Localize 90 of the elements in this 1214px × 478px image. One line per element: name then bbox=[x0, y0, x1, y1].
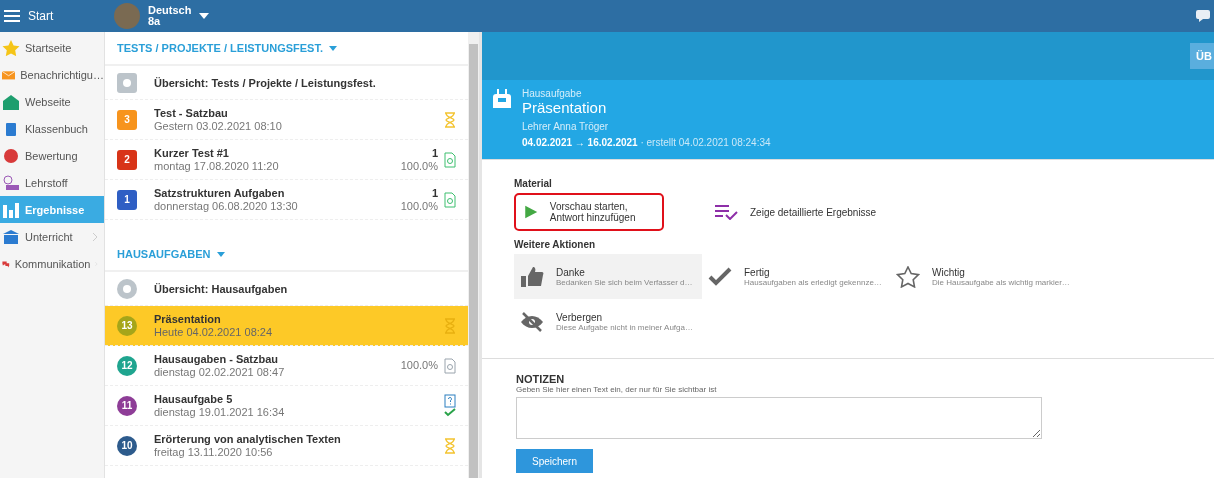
teacher-name: Lehrer Anna Tröger bbox=[522, 121, 610, 132]
caret-icon[interactable] bbox=[199, 13, 210, 19]
overview-row[interactable]: Übersicht: Tests / Projekte / Leistungsfest. bbox=[105, 66, 468, 100]
material-link[interactable]: Vorschau starten, Antwort hinzufügen bbox=[514, 193, 664, 231]
number-badge: 11 bbox=[117, 395, 137, 416]
item-percent: 100.0% bbox=[400, 199, 438, 213]
item-title: Kurzer Test #1 bbox=[154, 146, 230, 160]
item-date: montag 17.08.2020 11:20 bbox=[154, 159, 280, 173]
action-item[interactable]: Wichtig Die Hausaufgabe als wichtig markier… bbox=[890, 254, 1078, 299]
overview-title: Übersicht: Hausaufgaben bbox=[154, 282, 288, 295]
eye-crossed-icon bbox=[520, 310, 544, 333]
backpack-icon bbox=[492, 88, 512, 110]
notes-field[interactable] bbox=[516, 397, 1042, 439]
list-item[interactable]: 10 Erörterung von analytischen Texten freitag 13.11.2020 10:56 bbox=[105, 426, 468, 466]
material-link[interactable]: Zeige detaillierte Ergebnisse bbox=[704, 196, 887, 228]
list-item[interactable]: 12 Hausaugaben - Satzbau dienstag 02.02.2021 08:47 100.0% bbox=[105, 346, 468, 386]
item-date: Heute 04.02.2021 08:24 bbox=[154, 325, 274, 339]
notes-hint: Geben Sie hier einen Text ein, der nur für Sie sichtbar ist bbox=[516, 385, 717, 394]
scrollbar[interactable] bbox=[468, 32, 479, 478]
class-name: 8a bbox=[148, 16, 162, 27]
notes-heading: NOTIZEN bbox=[516, 373, 565, 385]
item-title: Erörterung von analytischen Texten bbox=[154, 432, 342, 446]
document-icon bbox=[444, 191, 456, 208]
caret-icon[interactable] bbox=[216, 251, 225, 257]
number-badge: 13 bbox=[117, 315, 137, 336]
menu-button[interactable]: Start bbox=[0, 0, 104, 32]
sidebar-item[interactable]: Unterricht bbox=[0, 223, 104, 250]
chevron-icon bbox=[92, 231, 98, 242]
class-icon bbox=[2, 228, 20, 245]
item-title: Hausaugaben - Satzbau bbox=[154, 352, 280, 366]
action-item[interactable]: Verbergen Diese Aufgabe nicht in meiner Aufga… bbox=[514, 299, 702, 344]
sidebar-item[interactable]: Klassenbuch bbox=[0, 115, 104, 142]
home-icon bbox=[2, 93, 20, 110]
number-badge: 10 bbox=[117, 435, 137, 456]
item-date: donnerstag 06.08.2020 13:30 bbox=[154, 199, 299, 213]
caret-icon[interactable] bbox=[329, 45, 337, 51]
checklist-icon bbox=[714, 204, 738, 220]
sidebar-item[interactable]: Webseite bbox=[0, 88, 104, 115]
hourglass-icon bbox=[444, 317, 456, 334]
section-heading: Material bbox=[514, 178, 553, 189]
checkmark-icon bbox=[708, 265, 732, 288]
item-count: 1 bbox=[431, 146, 438, 160]
hourglass-icon bbox=[444, 111, 456, 128]
item-date: dienstag 02.02.2021 08:47 bbox=[154, 365, 286, 379]
list-item[interactable]: 2 Kurzer Test #1 montag 17.08.2020 11:20 1 100.0% bbox=[105, 140, 468, 180]
thumbs-up-icon bbox=[520, 265, 544, 288]
sidebar-item[interactable]: Lehrstoff bbox=[0, 169, 104, 196]
number-badge: 1 bbox=[117, 189, 137, 210]
sidebar-item[interactable]: Bewertung bbox=[0, 142, 104, 169]
course-image bbox=[114, 3, 140, 29]
item-title: Präsentation bbox=[154, 312, 222, 326]
chat-icon[interactable] bbox=[1196, 9, 1212, 23]
item-date: dienstag 19.01.2021 16:34 bbox=[154, 405, 286, 419]
created-date: · erstellt 04.02.2021 08:24:34 bbox=[639, 137, 771, 148]
item-percent: 100.0% bbox=[400, 159, 438, 173]
item-date: freitag 13.11.2020 10:56 bbox=[154, 445, 274, 459]
sidebar-item[interactable]: Startseite bbox=[0, 34, 104, 61]
grade-icon bbox=[2, 147, 20, 164]
item-count: 1 bbox=[431, 186, 438, 200]
date-range: 04.02.2021 → 16.02.2021 bbox=[522, 137, 638, 148]
action-item[interactable]: Fertig Hausaufgaben als erledigt gekennze… bbox=[702, 254, 890, 299]
chart-icon bbox=[2, 201, 20, 218]
action-item[interactable]: Danke Bedanken Sie sich beim Verfasser d… bbox=[514, 254, 702, 299]
item-type: Hausaufgabe bbox=[522, 88, 583, 99]
hourglass-icon bbox=[444, 437, 456, 454]
item-title: Hausaufgabe 5 bbox=[154, 392, 234, 406]
sidebar-item[interactable]: Kommunikation bbox=[0, 250, 104, 277]
item-title: Test - Satzbau bbox=[154, 106, 229, 120]
list-item[interactable]: 13 Präsentation Heute 04.02.2021 08:24 bbox=[105, 306, 468, 346]
menu-icon bbox=[4, 10, 20, 22]
section-heading: Weitere Aktionen bbox=[514, 239, 597, 250]
item-percent: 100.0% bbox=[400, 359, 438, 372]
detail-title: Präsentation bbox=[522, 99, 608, 116]
document-icon bbox=[444, 357, 456, 374]
star-icon bbox=[2, 39, 20, 56]
number-badge: 2 bbox=[117, 149, 137, 170]
number-badge: 12 bbox=[117, 355, 137, 376]
star-icon bbox=[896, 265, 920, 288]
number-badge: 3 bbox=[117, 109, 137, 130]
list-item[interactable]: 1 Satzstrukturen Aufgaben donnerstag 06.08.2020 13:30 1 100.0% bbox=[105, 180, 468, 220]
course-name[interactable]: Deutsch bbox=[148, 5, 192, 16]
sidebar-item[interactable]: Benachrichtigu… bbox=[0, 61, 104, 88]
overview-title: Übersicht: Tests / Projekte / Leistungsfest. bbox=[154, 76, 376, 89]
question-check-icon bbox=[444, 393, 456, 418]
item-date: Gestern 03.02.2021 08:10 bbox=[154, 119, 283, 133]
list-item[interactable]: 3 Test - Satzbau Gestern 03.02.2021 08:10 bbox=[105, 100, 468, 140]
lesson-icon bbox=[2, 174, 20, 191]
document-icon bbox=[444, 151, 456, 168]
item-title: Satzstrukturen Aufgaben bbox=[154, 186, 286, 200]
list-item[interactable]: 11 Hausaufgabe 5 dienstag 19.01.2021 16:34 bbox=[105, 386, 468, 426]
